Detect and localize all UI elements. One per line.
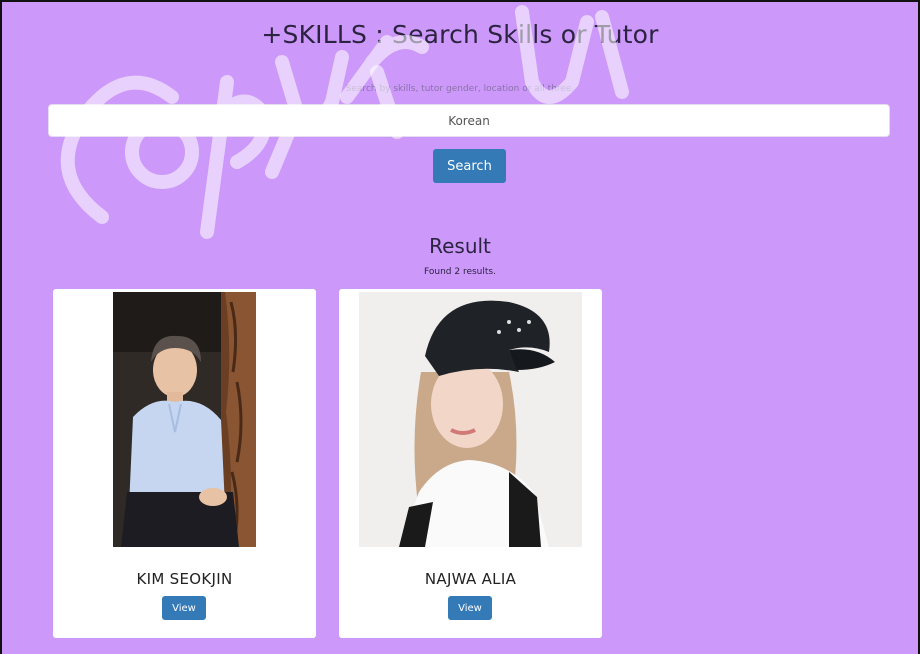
tutor-photo (359, 292, 582, 547)
tutor-name: NAJWA ALIA (424, 570, 517, 588)
page-frame: +SKILLS : Search Skills or Tutor Search … (0, 0, 920, 654)
search-input[interactable] (48, 104, 890, 137)
tutor-card: NAJWA ALIA View (339, 289, 602, 638)
tutor-name: KIM SEOKJIN (136, 570, 233, 588)
result-count: Found 2 results. (424, 267, 496, 277)
tutor-card: KIM SEOKJIN View (53, 289, 316, 638)
result-heading: Result (429, 234, 491, 258)
search-button[interactable]: Search (433, 149, 506, 183)
page-title: +SKILLS : Search Skills or Tutor (261, 20, 659, 49)
view-button[interactable]: View (162, 596, 206, 620)
view-button[interactable]: View (448, 596, 492, 620)
search-hint: Search by skills, tutor gender, location… (345, 84, 575, 94)
tutor-photo (113, 292, 256, 547)
